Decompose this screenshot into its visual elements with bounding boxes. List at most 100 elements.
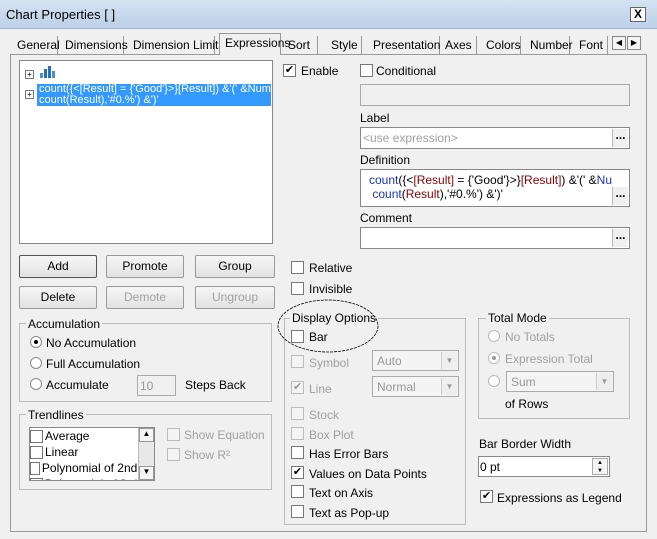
symbol-value: Auto bbox=[377, 354, 402, 368]
add-button[interactable]: Add bbox=[19, 255, 97, 278]
trendlines-list[interactable]: Average LinearPolynomial of 2nd dePolynom… bbox=[29, 427, 155, 481]
annotation-ellipse bbox=[277, 299, 379, 353]
symbol-checkbox[interactable] bbox=[291, 355, 304, 368]
label-input[interactable]: <use expression>... bbox=[360, 127, 630, 149]
scroll-down-icon[interactable]: ▼ bbox=[139, 466, 154, 480]
conditional-checkbox[interactable] bbox=[360, 64, 373, 77]
label-placeholder: <use expression> bbox=[363, 131, 458, 145]
expressions-as-legend-checkbox[interactable]: ✔ bbox=[480, 490, 493, 503]
no-totals-label: No Totals bbox=[505, 330, 555, 344]
show-r2-checkbox[interactable] bbox=[167, 448, 180, 461]
error-bars-checkbox[interactable] bbox=[291, 446, 304, 459]
bar-checkbox[interactable] bbox=[291, 330, 304, 343]
definition-token: count bbox=[372, 187, 402, 201]
values-on-data-points-checkbox[interactable]: ✔ bbox=[291, 466, 304, 479]
tab-number[interactable]: Number bbox=[525, 36, 573, 54]
tab-dimension-limits[interactable]: Dimension Limits bbox=[128, 36, 224, 54]
trendline-checkbox[interactable] bbox=[30, 445, 43, 459]
spinner-icon[interactable]: ▲ ▼ bbox=[592, 458, 608, 475]
full-accumulation-label: Full Accumulation bbox=[46, 357, 141, 371]
definition-token: Nu bbox=[596, 173, 612, 187]
window-title: Chart Properties [ ] bbox=[6, 7, 116, 22]
tab-axes[interactable]: Axes bbox=[440, 36, 477, 54]
expression-line: count(Result),'#0.%') &')' bbox=[39, 94, 159, 106]
definition-input[interactable]: count({<[Result] = {'Good'}>}[Result]) &… bbox=[360, 169, 630, 207]
scroll-up-icon[interactable]: ▲ bbox=[139, 428, 154, 442]
demote-button[interactable]: Demote bbox=[106, 286, 184, 309]
show-equation-label: Show Equation bbox=[184, 428, 265, 442]
definition-line: count({<[Result] = {'Good'}>}[Result]) &… bbox=[369, 173, 629, 187]
expand-icon[interactable]: + bbox=[25, 70, 34, 79]
line-style-select[interactable]: Normal ▼ bbox=[372, 376, 459, 397]
total-function-value: Sum bbox=[511, 375, 536, 389]
definition-token: ) &'(' & bbox=[561, 173, 597, 187]
bar-label: Bar bbox=[309, 330, 328, 344]
bar-border-width-input[interactable]: 0 pt ▲ ▼ bbox=[478, 456, 610, 477]
definition-edit-button[interactable]: ... bbox=[612, 187, 628, 205]
trendline-item[interactable]: Polynomial of 2nd de bbox=[30, 460, 154, 476]
symbol-label: Symbol bbox=[309, 356, 350, 370]
of-rows-label: of Rows bbox=[505, 397, 549, 411]
tab-presentation[interactable]: Presentation bbox=[368, 36, 440, 54]
show-equation-checkbox[interactable] bbox=[167, 428, 180, 441]
ungroup-button[interactable]: Ungroup bbox=[195, 286, 275, 309]
relative-checkbox[interactable] bbox=[291, 261, 304, 274]
error-bars-label: Has Error Bars bbox=[309, 447, 389, 461]
enable-checkbox[interactable]: ✔ bbox=[283, 64, 296, 77]
symbol-select[interactable]: Auto ▼ bbox=[372, 350, 459, 371]
close-button[interactable]: X bbox=[630, 7, 646, 22]
text-popup-label: Text as Pop-up bbox=[309, 506, 390, 520]
trendline-checkbox[interactable] bbox=[30, 429, 43, 443]
bar-border-width-value: 0 pt bbox=[480, 460, 501, 474]
trendline-item[interactable]: Linear bbox=[30, 444, 154, 460]
comment-edit-button[interactable]: ... bbox=[612, 229, 628, 247]
tab-scroll-right-button[interactable]: ▶ bbox=[627, 36, 641, 50]
line-label: Line bbox=[309, 382, 332, 396]
comment-input[interactable]: ... bbox=[360, 227, 630, 249]
tab-style[interactable]: Style bbox=[326, 36, 362, 54]
relative-label: Relative bbox=[309, 261, 353, 275]
box-plot-label: Box Plot bbox=[309, 428, 354, 442]
scrollbar[interactable]: ▲ ▼ bbox=[138, 428, 154, 480]
text-on-axis-checkbox[interactable] bbox=[291, 485, 304, 498]
tab-dimensions[interactable]: Dimensions bbox=[60, 36, 128, 54]
steps-value: 10 bbox=[140, 379, 154, 393]
text-popup-checkbox[interactable] bbox=[291, 505, 304, 518]
sum-of-rows-radio[interactable] bbox=[488, 375, 500, 387]
definition-title: Definition bbox=[360, 153, 411, 167]
promote-button[interactable]: Promote bbox=[106, 255, 184, 278]
tab-scroll-left-button[interactable]: ◀ bbox=[612, 36, 626, 50]
trendline-item[interactable]: Polynomial of 3rd de bbox=[30, 476, 154, 480]
enable-label: Enable bbox=[301, 64, 339, 78]
bar-border-width-title: Bar Border Width bbox=[479, 437, 572, 451]
box-plot-checkbox[interactable] bbox=[291, 427, 304, 440]
group-button[interactable]: Group bbox=[195, 255, 275, 278]
conditional-input[interactable] bbox=[360, 84, 630, 106]
definition-token: [Result] bbox=[520, 173, 562, 187]
expression-item[interactable]: count({<[Result] = {'Good'}>}[Result]) &… bbox=[37, 84, 271, 106]
stock-checkbox[interactable] bbox=[291, 407, 304, 420]
trendline-item[interactable]: Average bbox=[30, 428, 154, 444]
accumulate-radio[interactable] bbox=[30, 378, 42, 390]
invisible-checkbox[interactable] bbox=[291, 282, 304, 295]
no-accumulation-radio[interactable] bbox=[30, 336, 42, 348]
definition-token: count bbox=[369, 173, 399, 187]
no-totals-radio[interactable] bbox=[488, 330, 500, 342]
full-accumulation-radio[interactable] bbox=[30, 357, 42, 369]
tab-expressions[interactable]: Expressions bbox=[219, 33, 290, 55]
label-edit-button[interactable]: ... bbox=[612, 129, 628, 147]
bar-chart-icon bbox=[40, 66, 55, 78]
tab-font[interactable]: Font bbox=[574, 36, 608, 54]
line-checkbox[interactable]: ✔ bbox=[291, 381, 304, 394]
trendline-checkbox[interactable] bbox=[30, 461, 40, 475]
expression-total-radio[interactable] bbox=[488, 352, 500, 364]
tab-general[interactable]: General bbox=[12, 36, 60, 54]
delete-button[interactable]: Delete bbox=[19, 286, 97, 309]
total-function-select[interactable]: Sum ▼ bbox=[506, 371, 614, 392]
steps-back-stepper[interactable]: 10 bbox=[137, 375, 176, 396]
trendline-label: Linear bbox=[45, 445, 79, 459]
trendline-checkbox[interactable] bbox=[30, 477, 43, 480]
tab-colors[interactable]: Colors bbox=[481, 36, 521, 54]
expand-icon[interactable]: + bbox=[25, 90, 34, 99]
expressions-as-legend-label: Expressions as Legend bbox=[497, 491, 622, 505]
